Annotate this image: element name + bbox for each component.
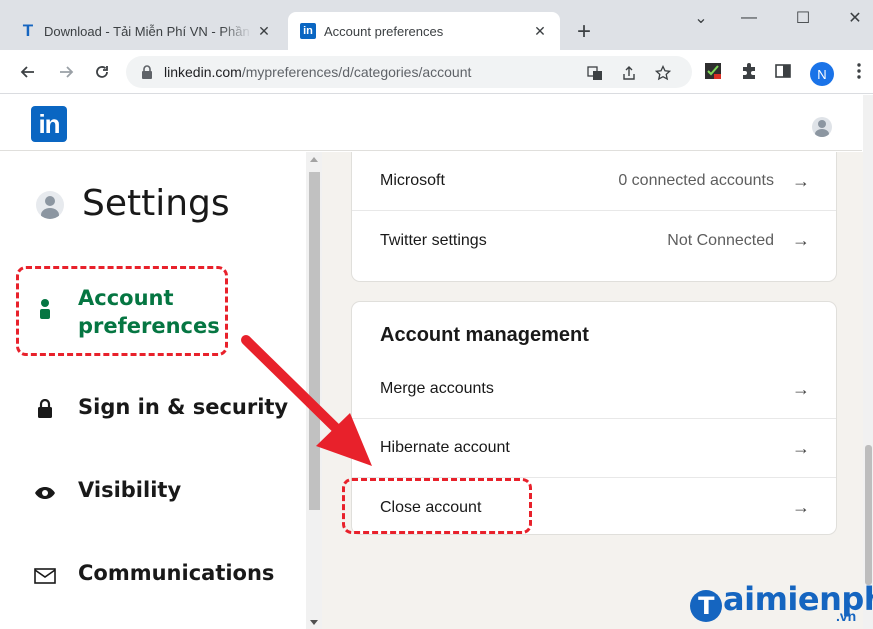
tab-account-preferences[interactable]: in Account preferences ✕ xyxy=(288,12,560,50)
sidebar-item-communications[interactable]: Communications xyxy=(0,561,306,591)
avatar[interactable] xyxy=(812,117,832,137)
arrow-right-icon: → xyxy=(792,437,810,458)
annotation-highlight-box xyxy=(16,266,228,356)
taimienphi-t-icon: T xyxy=(22,21,34,40)
row-label: Microsoft xyxy=(380,172,445,189)
scroll-down-icon[interactable] xyxy=(310,620,318,625)
url-host: linkedin.com xyxy=(164,64,242,80)
connected-accounts-card: Microsoft 0 connected accounts → Twitter… xyxy=(352,152,836,281)
arrow-right-icon: → xyxy=(792,378,810,399)
arrow-left-icon xyxy=(20,66,34,78)
forward-button[interactable] xyxy=(52,58,80,86)
arrow-right-icon: → xyxy=(792,170,810,191)
settings-content: Microsoft 0 connected accounts → Twitter… xyxy=(322,152,863,629)
tab-taimienphi[interactable]: T Download - Tải Miễn Phí VN - Phần mềm … xyxy=(8,12,284,50)
url-text: linkedin.com/mypreferences/d/categories/… xyxy=(164,64,471,80)
arrow-right-icon: → xyxy=(792,497,810,517)
extension-check-icon[interactable] xyxy=(702,60,724,82)
list-item-hibernate-account[interactable]: Hibernate account → xyxy=(352,419,836,478)
screenshot-root: T Download - Tải Miễn Phí VN - Phần mềm … xyxy=(0,0,873,629)
puzzle-icon[interactable] xyxy=(738,60,760,82)
lock-icon[interactable] xyxy=(140,65,154,79)
page-scrollbar-thumb[interactable] xyxy=(865,445,872,585)
reload-icon xyxy=(96,66,108,78)
browser-toolbar: linkedin.com/mypreferences/d/categories/… xyxy=(0,50,873,94)
chevron-down-icon[interactable]: ⌄ xyxy=(678,4,724,32)
star-icon[interactable] xyxy=(652,62,674,84)
translate-icon[interactable] xyxy=(584,62,606,84)
sidebar-item-label: Visibility xyxy=(78,478,182,502)
lock-icon xyxy=(34,398,56,420)
minimize-button[interactable]: — xyxy=(726,4,772,32)
list-item-merge-accounts[interactable]: Merge accounts → xyxy=(352,360,836,419)
close-icon[interactable]: ✕ xyxy=(252,19,276,43)
card-title: Account management xyxy=(380,324,589,346)
tab-title: Account preferences xyxy=(324,23,444,39)
list-item-twitter-settings[interactable]: Twitter settings Not Connected → xyxy=(352,211,836,270)
eye-icon xyxy=(34,482,56,504)
row-value: 0 connected accounts xyxy=(618,172,774,189)
maximize-button[interactable]: ☐ xyxy=(780,4,826,32)
sidebar-item-label: Sign in & security xyxy=(78,395,289,419)
row-label: Twitter settings xyxy=(380,231,487,249)
new-tab-button[interactable]: + xyxy=(570,18,598,46)
annotation-highlight-box xyxy=(342,478,532,534)
profile-avatar-button[interactable]: N xyxy=(810,62,834,86)
watermark-t-icon: T xyxy=(690,590,722,622)
linkedin-header: in xyxy=(0,95,862,151)
sidebar-item-visibility[interactable]: Visibility xyxy=(0,478,306,508)
tab-title: Download - Tải Miễn Phí VN - Phần mềm xyxy=(44,23,252,39)
side-panel-icon[interactable] xyxy=(772,60,794,82)
row-value: Not Connected xyxy=(667,231,774,249)
linkedin-logo[interactable]: in xyxy=(31,106,67,142)
arrow-right-icon xyxy=(60,66,74,78)
close-icon[interactable]: ✕ xyxy=(528,19,552,43)
reload-button[interactable] xyxy=(88,58,116,86)
window-close-button[interactable]: ✕ xyxy=(832,4,873,32)
back-button[interactable] xyxy=(14,58,42,86)
sidebar-scrollbar-thumb[interactable] xyxy=(309,172,320,510)
scroll-up-icon[interactable] xyxy=(310,157,318,162)
url-path: /mypreferences/d/categories/account xyxy=(241,64,472,80)
browser-tab-strip: T Download - Tải Miễn Phí VN - Phần mềm … xyxy=(0,0,873,50)
sidebar-item-sign-in-security[interactable]: Sign in & security xyxy=(0,395,306,425)
page-title: Settings xyxy=(82,183,230,224)
avatar xyxy=(36,191,64,219)
envelope-icon xyxy=(34,565,56,587)
address-bar[interactable]: linkedin.com/mypreferences/d/categories/… xyxy=(126,56,692,88)
share-icon[interactable] xyxy=(618,62,640,84)
arrow-right-icon: → xyxy=(792,230,810,250)
list-item-microsoft[interactable]: Microsoft 0 connected accounts → xyxy=(352,152,836,211)
sidebar-item-label: Communications xyxy=(78,561,275,585)
row-label: Merge accounts xyxy=(380,380,494,397)
kebab-menu-icon[interactable] xyxy=(848,60,870,82)
watermark-suffix: .vn xyxy=(836,608,857,624)
linkedin-icon: in xyxy=(300,23,316,39)
row-label: Hibernate account xyxy=(380,439,510,456)
